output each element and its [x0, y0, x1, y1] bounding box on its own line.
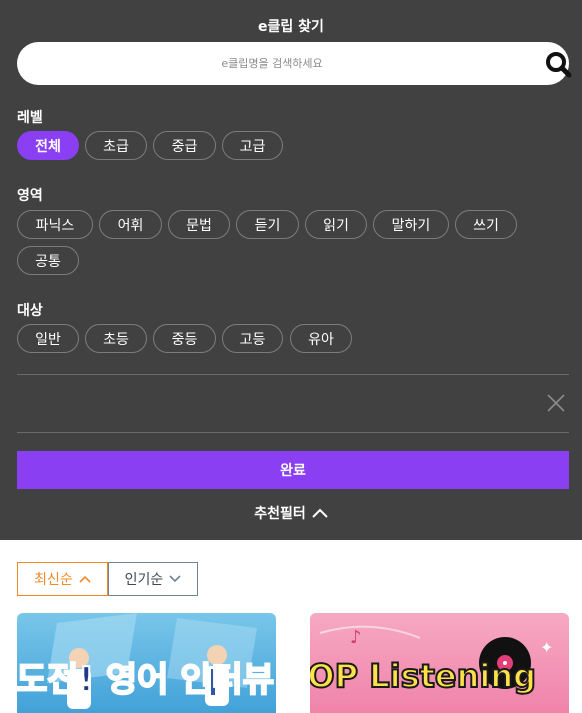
recommend-filter-toggle[interactable]: 추천필터	[0, 503, 582, 523]
sort-latest-label: 최신순	[34, 572, 73, 588]
svg-text:♪: ♪	[350, 627, 362, 648]
chevron-up-icon	[312, 508, 328, 518]
card-1-thumb-text: 도전! 영어 인터뷰	[17, 660, 274, 700]
card-2-thumb-text: POP Listening	[310, 657, 536, 695]
chevron-down-icon	[169, 575, 181, 583]
level-chip-beginner[interactable]: 초급	[85, 131, 147, 160]
level-chip-advanced[interactable]: 고급	[222, 131, 283, 160]
sort-latest-button[interactable]: 최신순	[17, 562, 108, 596]
level-label: 레벨	[17, 110, 43, 126]
target-chip-high[interactable]: 고등	[222, 324, 283, 353]
target-label: 대상	[17, 303, 43, 319]
area-chip-reading[interactable]: 읽기	[305, 210, 367, 239]
area-label: 영역	[17, 188, 43, 204]
sort-popular-button[interactable]: 인기순	[108, 562, 198, 596]
eclip-card[interactable]: ♪ ✦ POP Listening	[310, 613, 569, 713]
filter-panel: e클립 찾기 레벨 전체 초급 중급 고급 영역 파닉스 어휘 문법 듣기 읽기…	[0, 0, 582, 540]
area-chip-listening[interactable]: 듣기	[236, 210, 299, 239]
target-chip-preschool[interactable]: 유아	[290, 324, 352, 353]
area-chip-phonics[interactable]: 파닉스	[17, 210, 93, 239]
target-chip-elementary[interactable]: 초등	[85, 324, 147, 353]
level-chip-all[interactable]: 전체	[17, 131, 79, 160]
close-icon[interactable]	[546, 393, 566, 413]
panel-title: e클립 찾기	[258, 19, 324, 35]
area-chip-speaking[interactable]: 말하기	[373, 210, 449, 239]
divider-bottom	[17, 432, 569, 433]
chevron-up-icon	[79, 575, 91, 583]
search-box	[17, 42, 572, 85]
sort-popular-label: 인기순	[124, 572, 164, 588]
area-chip-grammar[interactable]: 문법	[168, 210, 230, 239]
area-chip-writing[interactable]: 쓰기	[455, 210, 517, 239]
area-chip-vocabulary[interactable]: 어휘	[99, 210, 162, 239]
divider-top	[17, 374, 569, 375]
card-thumbnail: ♪ ✦ POP Listening	[310, 625, 553, 696]
target-chip-middle[interactable]: 중등	[153, 324, 216, 353]
eclip-card[interactable]: 도전! 영어 인터뷰	[17, 613, 276, 713]
done-button[interactable]: 완료	[17, 451, 569, 489]
search-input[interactable]	[37, 42, 507, 85]
area-chip-common[interactable]: 공통	[17, 246, 79, 275]
target-chip-general[interactable]: 일반	[17, 324, 79, 353]
search-icon[interactable]	[544, 50, 572, 78]
level-chip-intermediate[interactable]: 중급	[153, 131, 216, 160]
svg-text:✦: ✦	[540, 638, 553, 657]
card-thumbnail: 도전! 영어 인터뷰	[17, 613, 275, 709]
recommend-filter-label: 추천필터	[254, 506, 306, 522]
